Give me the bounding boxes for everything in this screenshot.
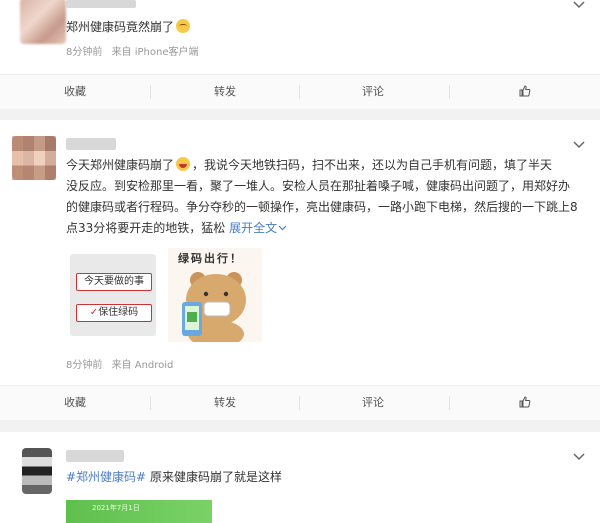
post-card: #郑州健康码# 原来健康码崩了就是这样 2021年7月1日 <box>0 432 600 523</box>
avatar[interactable] <box>22 448 52 494</box>
post-time[interactable]: 8分钟前 <box>66 47 102 58</box>
post-text-content: 原来健康码崩了就是这样 <box>149 470 282 484</box>
comment-button[interactable]: 评论 <box>328 75 418 109</box>
post-text-line: 没反应。到安检那里一看，聚了一堆人。安检人员在那扯着嗓子喊，健康码出问题了，用郑… <box>66 179 571 193</box>
divider <box>449 85 450 99</box>
avatar[interactable] <box>12 136 56 180</box>
favorite-label: 收藏 <box>64 85 86 98</box>
chevron-down-icon[interactable] <box>572 452 586 462</box>
cat-emoji-icon <box>176 19 191 33</box>
post-text: 今天郑州健康码崩了 ，我说今天地铁扫码，扫不出来，还以为自己手机有问题，填了半天 … <box>66 155 586 239</box>
laugh-emoji-icon <box>176 157 191 171</box>
image-text: 保住绿码 <box>98 307 139 318</box>
image-text-row: ✓保住绿码 <box>76 304 152 322</box>
post-text-part: ，我说今天地铁扫码，扫不出来，还以为自己手机有问题，填了半天 <box>192 158 553 172</box>
username[interactable] <box>66 450 124 462</box>
divider <box>449 396 450 410</box>
avatar[interactable] <box>20 0 66 44</box>
chevron-down-icon <box>278 225 287 231</box>
chevron-down-icon[interactable] <box>572 0 586 10</box>
expand-full-text-link[interactable]: 展开全文 <box>229 221 287 235</box>
like-button[interactable] <box>480 386 570 420</box>
divider <box>299 396 300 410</box>
like-button[interactable] <box>480 75 570 109</box>
post-image[interactable]: 今天要做的事 ✓保住绿码 <box>66 248 160 342</box>
chevron-down-icon[interactable] <box>572 140 586 150</box>
hashtag-link[interactable]: #郑州健康码# <box>66 470 146 484</box>
post-source: 来自 iPhone客户端 <box>111 47 199 58</box>
favorite-label: 收藏 <box>64 396 86 409</box>
post-text-line: 点33分将要开走的地铁，猛松 展开全文 <box>66 218 586 239</box>
post-text-line: 今天郑州健康码崩了 ，我说今天地铁扫码，扫不出来，还以为自己手机有问题，填了半天 <box>66 155 586 176</box>
bear-sticker-icon <box>182 272 246 342</box>
post-image[interactable]: 2021年7月1日 <box>66 500 212 523</box>
post-card: 今天郑州健康码崩了 ，我说今天地铁扫码，扫不出来，还以为自己手机有问题，填了半天 … <box>0 120 600 420</box>
post-text-part: 点33分将要开走的地铁，猛松 <box>66 221 226 235</box>
post-source: 来自 Android <box>111 360 174 371</box>
post-image[interactable]: 绿码出行！ <box>168 248 262 342</box>
action-bar: 收藏 转发 评论 <box>0 74 600 109</box>
favorite-button[interactable]: 收藏 <box>30 75 120 109</box>
divider <box>299 85 300 99</box>
username[interactable] <box>66 138 116 150</box>
comment-label: 评论 <box>362 85 384 98</box>
repost-button[interactable]: 转发 <box>180 75 270 109</box>
post-text-part: 今天郑州健康码崩了 <box>66 158 175 172</box>
post-text-content: 郑州健康码竟然崩了 <box>66 20 175 34</box>
comment-button[interactable]: 评论 <box>328 386 418 420</box>
thumbs-up-icon <box>519 85 531 97</box>
thumbs-up-icon <box>519 396 531 408</box>
comment-label: 评论 <box>362 396 384 409</box>
action-bar: 收藏 转发 评论 <box>0 385 600 420</box>
repost-label: 转发 <box>214 85 236 98</box>
post-meta: 8分钟前 来自 iPhone客户端 <box>66 43 199 58</box>
divider <box>150 85 151 99</box>
repost-button[interactable]: 转发 <box>180 386 270 420</box>
expand-label: 展开全文 <box>229 221 278 235</box>
repost-label: 转发 <box>214 396 236 409</box>
post-text: 郑州健康码竟然崩了 <box>66 17 192 38</box>
note-paper <box>70 254 156 336</box>
divider <box>150 396 151 410</box>
post-meta: 8分钟前 来自 Android <box>66 356 173 371</box>
post-text-line: 的健康码或者行程码。争分夺秒的一顿操作，亮出健康码，一路小跑下电梯，然后搜的一下… <box>66 200 578 214</box>
checkmark-icon: ✓ <box>89 307 99 318</box>
username[interactable] <box>66 0 136 8</box>
image-caption: 2021年7月1日 <box>92 504 140 512</box>
post-card: 郑州健康码竟然崩了 8分钟前 来自 iPhone客户端 收藏 转发 评论 <box>0 0 600 109</box>
post-time[interactable]: 8分钟前 <box>66 360 102 371</box>
image-text: 今天要做的事 <box>76 273 152 291</box>
post-text: #郑州健康码# 原来健康码崩了就是这样 <box>66 467 282 488</box>
favorite-button[interactable]: 收藏 <box>30 386 120 420</box>
